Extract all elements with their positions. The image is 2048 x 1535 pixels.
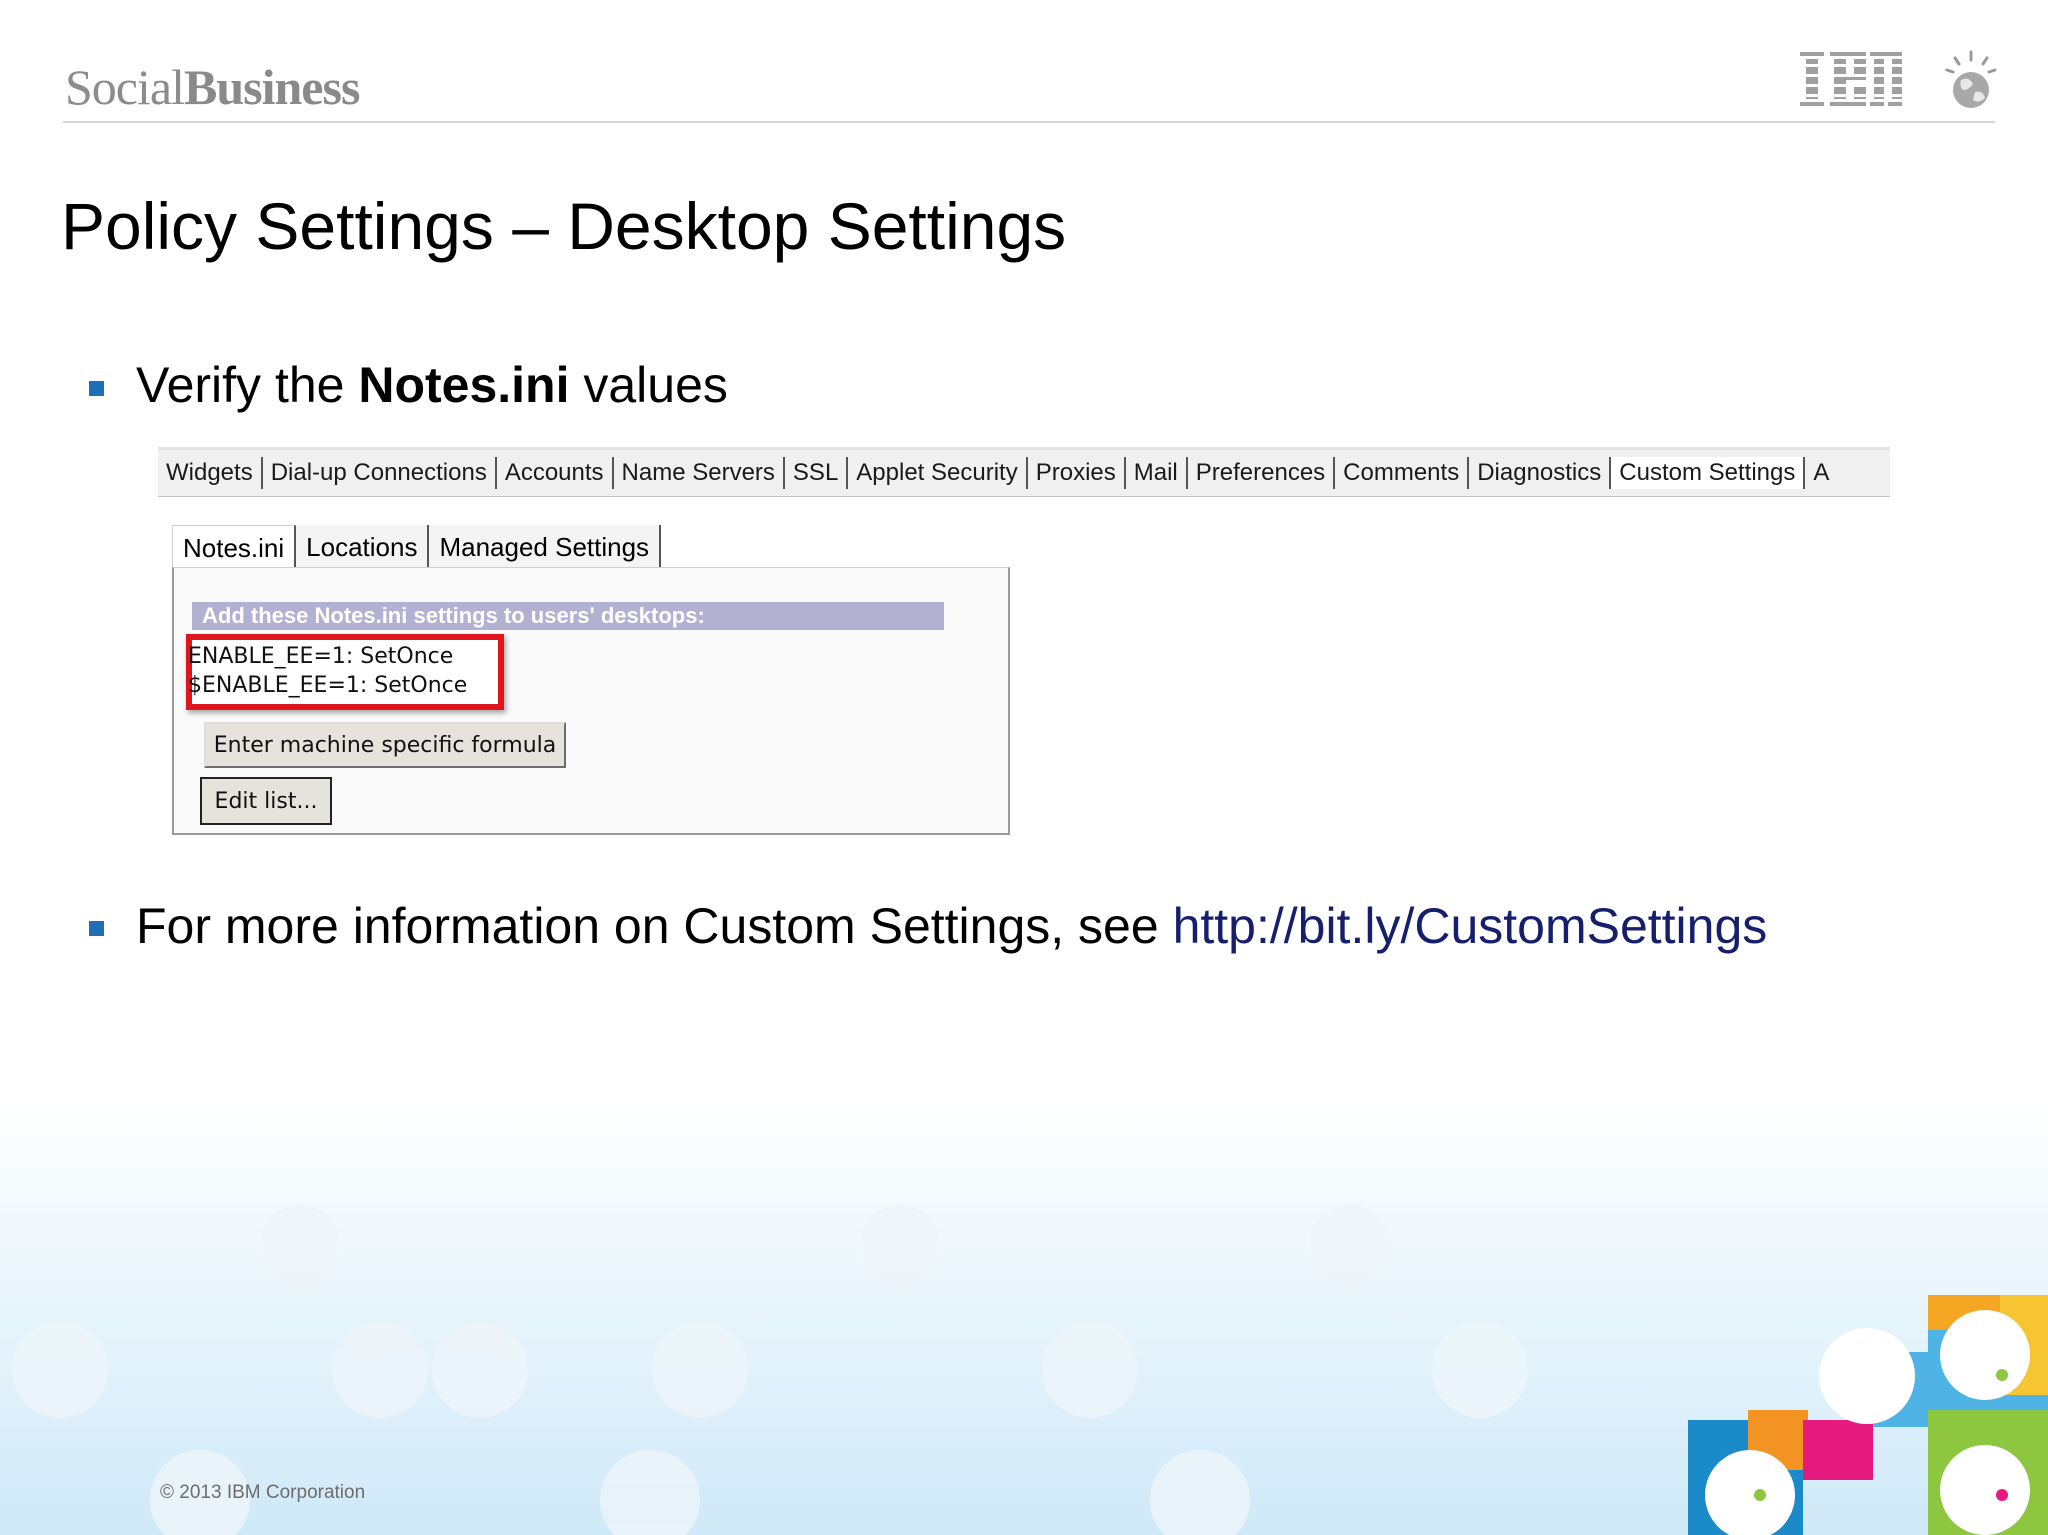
bullet-1-post: values <box>569 357 728 413</box>
notes-ini-panel: Add these Notes.ini settings to users' d… <box>172 567 1010 835</box>
tab-preferences[interactable]: Preferences <box>1188 457 1336 489</box>
ibm-logo <box>1800 52 1902 106</box>
bullet-1-bold: Notes.ini <box>358 357 570 413</box>
tab-accounts[interactable]: Accounts <box>497 457 614 489</box>
tab-ssl[interactable]: SSL <box>785 457 849 489</box>
ini-value-line: ENABLE_EE=1: SetOnce <box>188 644 454 669</box>
tab-dialup-connections[interactable]: Dial-up Connections <box>263 457 497 489</box>
bullet-text-more-info: For more information on Custom Settings,… <box>136 897 1767 955</box>
copyright-text: © 2013 IBM Corporation <box>160 1482 366 1503</box>
tab-diagnostics[interactable]: Diagnostics <box>1469 457 1612 489</box>
custom-settings-link[interactable]: http://bit.ly/CustomSettings <box>1173 898 1768 954</box>
subtab-locations[interactable]: Locations <box>296 525 430 570</box>
bullet-marker <box>89 921 104 936</box>
tab-applet-security[interactable]: Applet Security <box>848 457 1028 489</box>
page-title: Policy Settings – Desktop Settings <box>61 189 1067 263</box>
brand-text-business: Business <box>183 59 360 115</box>
subtab-managed-settings[interactable]: Managed Settings <box>429 525 662 570</box>
bullet-2-pre: For more information on Custom Settings,… <box>136 898 1173 954</box>
tab-name-servers[interactable]: Name Servers <box>614 457 785 489</box>
footer-decoration <box>0 1100 2048 1535</box>
panel-header: Add these Notes.ini settings to users' d… <box>192 602 944 630</box>
tab-widgets[interactable]: Widgets <box>158 457 263 489</box>
custom-settings-subtabs: Notes.ini Locations Managed Settings <box>172 525 662 570</box>
bullet-marker <box>89 381 104 396</box>
subtab-notes-ini[interactable]: Notes.ini <box>172 525 297 570</box>
tab-truncated[interactable]: A <box>1805 457 1837 489</box>
tab-proxies[interactable]: Proxies <box>1028 457 1126 489</box>
tab-custom-settings[interactable]: Custom Settings <box>1611 457 1806 489</box>
bullet-text-verify: Verify the Notes.ini values <box>136 356 728 414</box>
tab-mail[interactable]: Mail <box>1126 457 1188 489</box>
bullet-1-pre: Verify the <box>136 357 359 413</box>
brand-text-social: Social <box>65 59 185 115</box>
brand-logo: SocialBusiness <box>65 58 360 116</box>
edit-list-button[interactable]: Edit list... <box>200 777 332 825</box>
policy-tab-bar: Widgets Dial-up Connections Accounts Nam… <box>158 447 1890 497</box>
globe-icon <box>1945 50 1997 108</box>
enter-formula-button[interactable]: Enter machine specific formula <box>204 722 566 768</box>
header-divider <box>63 121 1995 123</box>
ini-value-line: $ENABLE_EE=1: SetOnce <box>188 673 468 698</box>
tab-comments[interactable]: Comments <box>1335 457 1470 489</box>
